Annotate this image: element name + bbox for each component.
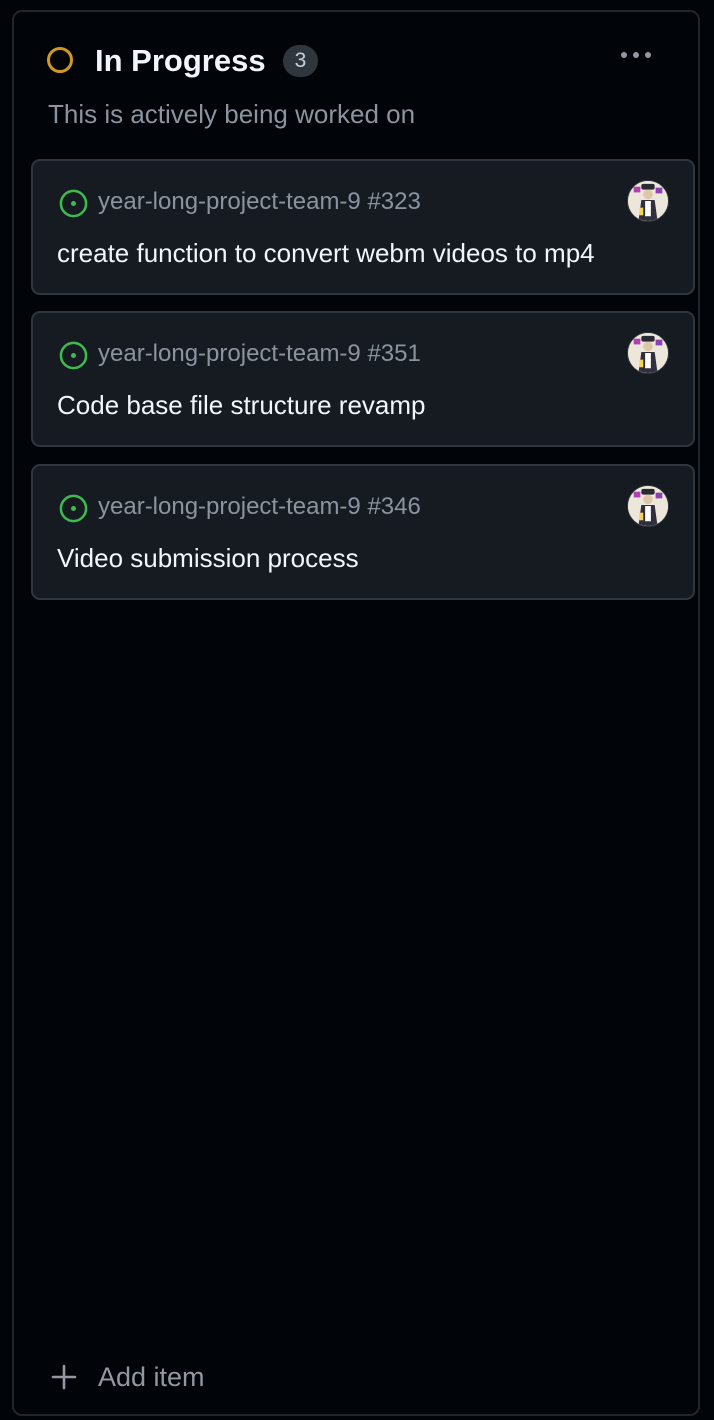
issue-title[interactable]: create function to convert webm videos t… <box>57 236 595 270</box>
board-column: In Progress 3 This is actively being wor… <box>12 10 700 1416</box>
issue-open-icon <box>59 494 88 523</box>
issue-open-icon <box>59 189 88 218</box>
issue-card[interactable]: year-long-project-team-9 #323 create fun… <box>31 159 695 295</box>
issue-repo-reference[interactable]: year-long-project-team-9 #351 <box>98 337 421 371</box>
plus-icon <box>51 1364 77 1390</box>
issue-card[interactable]: year-long-project-team-9 #346 Video subm… <box>31 464 695 600</box>
avatar-image <box>628 486 668 526</box>
column-title: In Progress <box>95 43 266 78</box>
issue-repo-reference[interactable]: year-long-project-team-9 #346 <box>98 490 421 524</box>
item-count-badge: 3 <box>283 45 318 77</box>
issue-title[interactable]: Code base file structure revamp <box>57 388 426 422</box>
status-circle-icon <box>47 47 73 73</box>
issue-open-icon <box>59 341 88 370</box>
kebab-horizontal-icon <box>645 52 651 58</box>
kebab-horizontal-icon <box>621 52 627 58</box>
assignee-avatar[interactable] <box>627 180 669 222</box>
assignee-avatar[interactable] <box>627 332 669 374</box>
avatar-image <box>628 181 668 221</box>
column-header: In Progress 3 This is actively being wor… <box>14 12 698 152</box>
add-item-button[interactable]: Add item <box>50 1352 205 1402</box>
kebab-horizontal-icon <box>633 52 639 58</box>
issue-card[interactable]: year-long-project-team-9 #351 Code base … <box>31 311 695 447</box>
add-item-label: Add item <box>98 1361 205 1392</box>
column-description: This is actively being worked on <box>48 99 416 129</box>
avatar-image <box>628 333 668 373</box>
issue-repo-reference[interactable]: year-long-project-team-9 #323 <box>98 185 421 219</box>
issue-title[interactable]: Video submission process <box>57 541 359 575</box>
column-options-button[interactable] <box>612 38 660 72</box>
assignee-avatar[interactable] <box>627 485 669 527</box>
